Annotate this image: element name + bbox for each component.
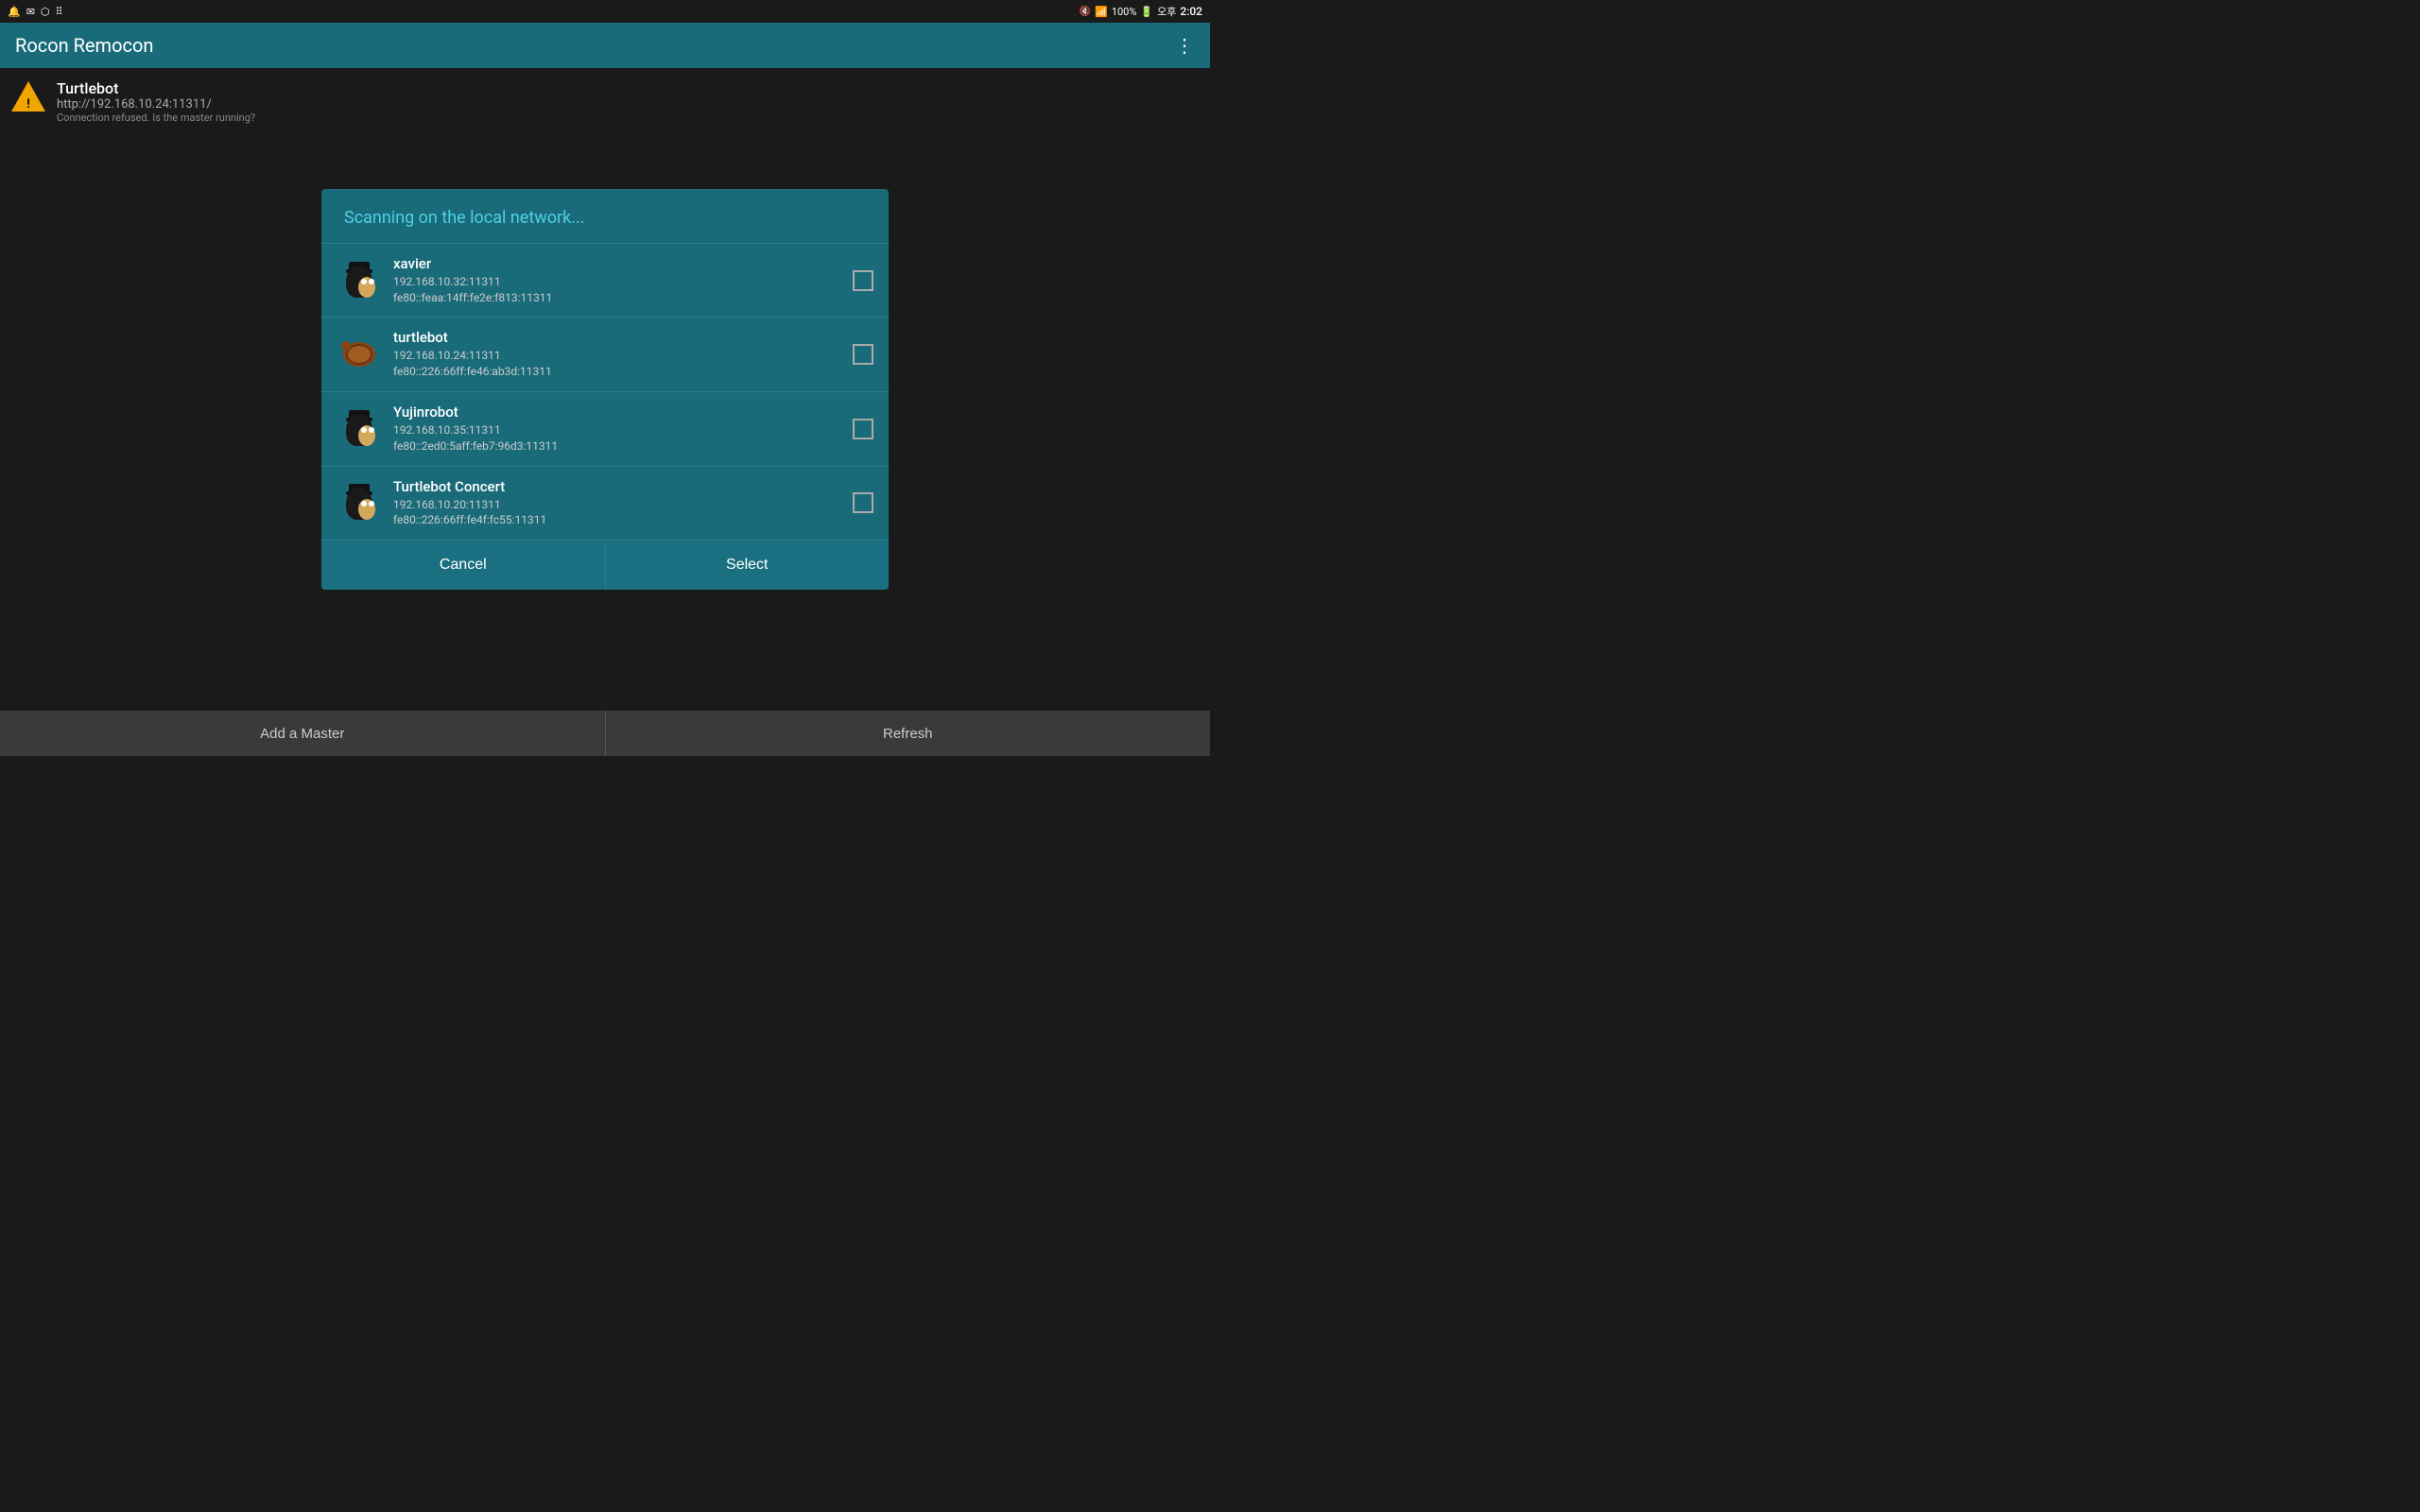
penguin-icon <box>338 260 380 301</box>
turtle-icon <box>338 334 380 375</box>
penguin-body <box>346 488 372 520</box>
status-left-icons: 🔔 ✉ ⬡ ⠿ <box>8 6 63 18</box>
robot-item-xavier[interactable]: xavier 192.168.10.32:11311 fe80::feaa:14… <box>321 243 889 318</box>
robot-checkbox-turtlebot-concert[interactable] <box>853 492 873 513</box>
robot-ip: 192.168.10.35:11311 fe80::2ed0:5aff:feb7… <box>393 422 853 455</box>
app-bar: Rocon Remocon ⋮ <box>0 23 1210 68</box>
bluetooth-icon: ⬡ <box>41 6 50 18</box>
robot-name: Yujinrobot <box>393 404 853 421</box>
robot-info-turtlebot-concert: Turtlebot Concert 192.168.10.20:11311 fe… <box>393 478 853 529</box>
robot-item-yujinrobot[interactable]: Yujinrobot 192.168.10.35:11311 fe80::2ed… <box>321 391 889 466</box>
robot-checkbox-xavier[interactable] <box>853 270 873 291</box>
robot-ip: 192.168.10.20:11311 fe80::226:66ff:fe4f:… <box>393 497 853 529</box>
main-content: ! Turtlebot http://192.168.10.24:11311/ … <box>0 68 1210 711</box>
time-indicator: 오후 <box>1157 4 1176 19</box>
penguin-icon <box>338 482 380 524</box>
robot-info-yujinrobot: Yujinrobot 192.168.10.35:11311 fe80::2ed… <box>393 404 853 455</box>
dialog-overlay: Scanning on the local network... <box>0 68 1210 711</box>
robot-name: turtlebot <box>393 329 853 346</box>
notification-icon: 🔔 <box>8 6 21 18</box>
select-button[interactable]: Select <box>605 541 890 590</box>
penguin-body <box>346 266 372 298</box>
grid-icon: ⠿ <box>56 6 63 18</box>
robot-avatar-yujinrobot <box>337 406 382 452</box>
cancel-button[interactable]: Cancel <box>321 541 605 590</box>
refresh-button[interactable]: Refresh <box>605 711 1211 756</box>
robot-avatar-turtlebot-concert <box>337 480 382 525</box>
robot-ip: 192.168.10.32:11311 fe80::feaa:14ff:fe2e… <box>393 274 853 306</box>
robot-avatar-xavier <box>337 258 382 303</box>
robot-info-turtlebot: turtlebot 192.168.10.24:11311 fe80::226:… <box>393 329 853 380</box>
mute-icon: 🔇 <box>1080 7 1091 17</box>
mail-icon: ✉ <box>26 6 35 18</box>
robot-item-turtlebot-concert[interactable]: Turtlebot Concert 192.168.10.20:11311 fe… <box>321 466 889 541</box>
bottom-bar: Add a Master Refresh <box>0 711 1210 756</box>
penguin-eyes <box>361 427 367 433</box>
penguin-eyes <box>361 279 367 284</box>
wifi-icon: 📶 <box>1095 6 1108 18</box>
battery-text: 100% <box>1112 6 1137 18</box>
penguin-body <box>346 414 372 446</box>
app-title: Rocon Remocon <box>15 34 153 57</box>
time-display: 2:02 <box>1180 5 1202 18</box>
dialog-title: Scanning on the local network... <box>321 189 889 243</box>
add-master-button[interactable]: Add a Master <box>0 711 605 756</box>
network-scan-dialog: Scanning on the local network... <box>321 189 889 590</box>
robot-list: xavier 192.168.10.32:11311 fe80::feaa:14… <box>321 243 889 540</box>
battery-icon: 🔋 <box>1140 6 1153 18</box>
robot-item-turtlebot[interactable]: turtlebot 192.168.10.24:11311 fe80::226:… <box>321 317 889 391</box>
robot-info-xavier: xavier 192.168.10.32:11311 fe80::feaa:14… <box>393 255 853 306</box>
robot-checkbox-turtlebot[interactable] <box>853 344 873 365</box>
status-right-icons: 🔇 📶 100% 🔋 오후 2:02 <box>1080 4 1202 19</box>
robot-name: Turtlebot Concert <box>393 478 853 495</box>
robot-checkbox-yujinrobot[interactable] <box>853 419 873 439</box>
overflow-menu-button[interactable]: ⋮ <box>1175 34 1195 57</box>
dialog-buttons: Cancel Select <box>321 540 889 590</box>
robot-name: xavier <box>393 255 853 272</box>
penguin-icon <box>338 408 380 450</box>
status-bar: 🔔 ✉ ⬡ ⠿ 🔇 📶 100% 🔋 오후 2:02 <box>0 0 1210 23</box>
robot-avatar-turtlebot <box>337 332 382 377</box>
robot-ip: 192.168.10.24:11311 fe80::226:66ff:fe46:… <box>393 348 853 380</box>
